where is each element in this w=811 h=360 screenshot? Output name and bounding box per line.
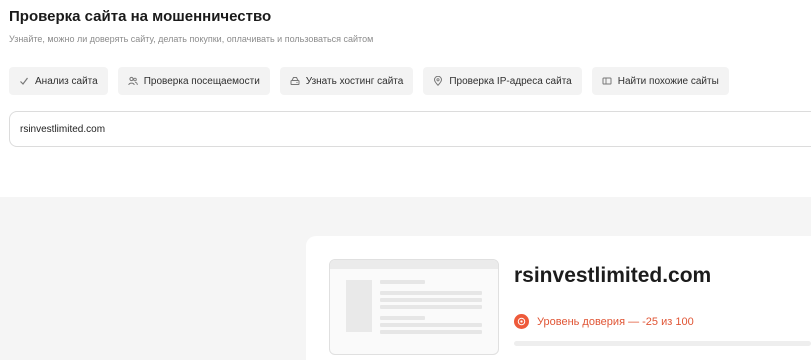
thumbnail-sidebar xyxy=(346,280,372,332)
warning-target-icon xyxy=(514,314,529,329)
tool-chip-similar-sites[interactable]: Найти похожие сайты xyxy=(591,67,729,95)
thumbnail-line xyxy=(380,280,425,284)
tool-chips: Анализ сайта Проверка посещаемости Узнат… xyxy=(9,67,729,95)
thumbnail-line xyxy=(380,316,425,320)
check-icon xyxy=(18,75,30,87)
thumbnail-line xyxy=(380,323,482,327)
tool-chip-traffic[interactable]: Проверка посещаемости xyxy=(117,67,270,95)
tool-chip-label: Анализ сайта xyxy=(35,75,98,87)
server-icon xyxy=(289,75,301,87)
tool-chip-hosting[interactable]: Узнать хостинг сайта xyxy=(279,67,414,95)
result-domain: rsinvestlimited.com xyxy=(514,264,712,287)
thumbnail-top-bar xyxy=(330,260,498,269)
site-preview-thumbnail xyxy=(329,259,499,355)
users-icon xyxy=(127,75,139,87)
trust-score-bar xyxy=(514,341,811,346)
location-pin-icon xyxy=(432,75,444,87)
tool-chip-site-analysis[interactable]: Анализ сайта xyxy=(9,67,108,95)
tool-chip-ip-check[interactable]: Проверка IP-адреса сайта xyxy=(423,67,582,95)
tool-chip-label: Найти похожие сайты xyxy=(617,75,719,87)
trust-level: Уровень доверия — -25 из 100 xyxy=(514,314,694,329)
tool-chip-label: Проверка IP-адреса сайта xyxy=(449,75,572,87)
tool-chip-label: Узнать хостинг сайта xyxy=(305,75,404,87)
thumbnail-line xyxy=(380,298,482,302)
thumbnail-line xyxy=(380,291,482,295)
thumbnail-line xyxy=(380,305,482,309)
tool-chip-label: Проверка посещаемости xyxy=(143,75,260,87)
thumbnail-line xyxy=(380,330,482,334)
top-section: Проверка сайта на мошенничество Узнайте,… xyxy=(0,0,811,197)
trust-level-text: Уровень доверия — -25 из 100 xyxy=(537,315,694,328)
page-title: Проверка сайта на мошенничество xyxy=(9,8,272,25)
site-search-field[interactable] xyxy=(9,111,811,147)
page-subtitle: Узнайте, можно ли доверять сайту, делать… xyxy=(9,34,374,44)
site-search-input[interactable] xyxy=(10,112,811,146)
window-icon xyxy=(601,75,613,87)
